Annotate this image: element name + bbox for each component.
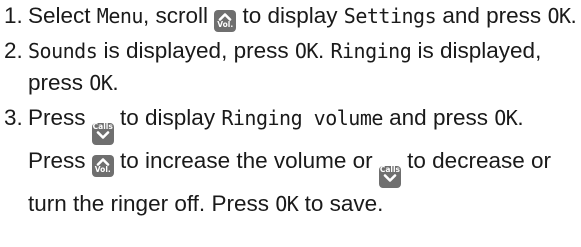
instruction-text: to increase the volume or <box>113 148 379 173</box>
step-2: 2. Sounds is displayed, press OK. Ringing… <box>0 35 581 99</box>
instruction-text: . <box>317 38 331 63</box>
calls-down-key-icon: Calls <box>378 165 401 188</box>
instruction-text: to display <box>236 3 344 28</box>
instruction-text: to save. <box>298 191 384 216</box>
screen-text: OK <box>294 39 319 63</box>
screen-text: OK <box>89 71 113 95</box>
instruction-text: Press <box>28 105 92 130</box>
chevron-down-icon <box>383 174 397 182</box>
screen-text: Sounds <box>28 39 98 63</box>
instruction-text: and press <box>436 3 548 28</box>
step-number: 1. <box>4 3 23 28</box>
vol-up-key-icon: Vol. <box>91 155 114 177</box>
instruction-text: is displayed, press <box>97 38 295 63</box>
step-1: 1. Select Menu, scroll Vol. to display Se… <box>0 0 581 32</box>
instruction-text: Select <box>28 3 97 28</box>
key-label: Vol. <box>217 20 234 29</box>
instruction-text: , scroll <box>142 3 215 28</box>
screen-text: Ringing <box>330 39 412 63</box>
step-3: 3. Press Calls to display Ringing volume … <box>0 102 581 220</box>
instruction-text: to display <box>113 105 222 130</box>
screen-text: Menu <box>96 4 144 28</box>
instruction-text: . <box>570 3 577 28</box>
key-label: Calls <box>379 165 400 174</box>
vol-up-key-icon: Vol. <box>214 10 237 32</box>
screen-text: OK <box>494 106 518 130</box>
screen-text: Ringing volume <box>221 106 383 130</box>
instruction-steps: 1. Select Menu, scroll Vol. to display Se… <box>0 0 581 220</box>
screen-text: OK <box>547 4 571 28</box>
instruction-text: and press <box>382 105 495 130</box>
key-label: Vol. <box>94 165 111 174</box>
key-label: Calls <box>92 122 113 131</box>
step-number: 2. <box>4 38 23 63</box>
screen-text: Settings <box>343 4 437 28</box>
screen-text: OK <box>275 192 299 216</box>
chevron-down-icon <box>96 131 110 139</box>
calls-down-key-icon: Calls <box>91 122 114 145</box>
step-number: 3. <box>4 105 23 130</box>
instruction-text: . <box>112 70 119 95</box>
